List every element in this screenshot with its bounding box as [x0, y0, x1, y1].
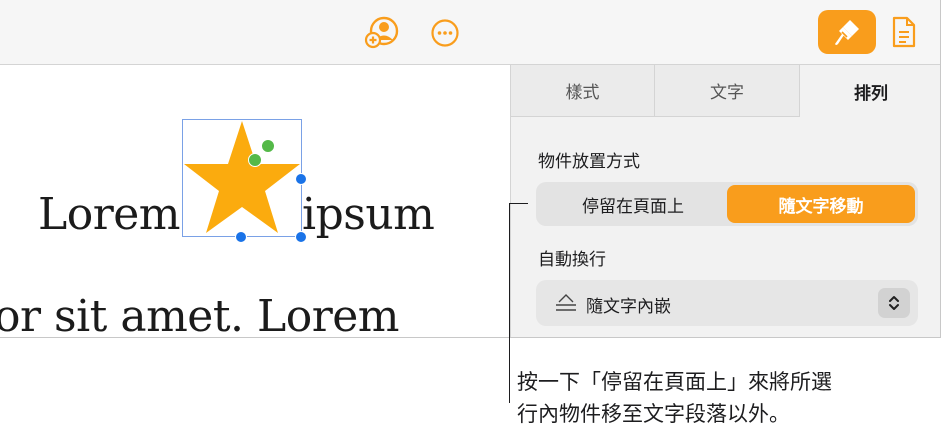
resize-handle[interactable] — [235, 231, 247, 243]
resize-handle[interactable] — [295, 173, 307, 185]
pages-window: Lorem ipsum or sit amet. Lorem 樣式 文字 排列 … — [0, 0, 941, 338]
more-options-icon[interactable] — [428, 16, 462, 50]
callout-line-2: 行內物件移至文字段落以外。 — [517, 402, 790, 426]
move-with-text-button[interactable]: 隨文字移動 — [727, 185, 915, 223]
document-canvas[interactable]: Lorem ipsum or sit amet. Lorem — [0, 65, 510, 337]
resize-handle[interactable] — [295, 231, 307, 243]
selection-box — [182, 119, 302, 237]
format-sidebar: 樣式 文字 排列 物件放置方式 停留在頁面上 隨文字移動 自動換行 隨文字內嵌 — [510, 65, 940, 337]
text-wrap-select[interactable]: 隨文字內嵌 — [536, 280, 918, 326]
callout-leader-vertical — [509, 203, 510, 403]
callout-line-1: 按一下「停留在頁面上」來將所選 — [517, 370, 832, 394]
chevron-up-down-icon — [889, 296, 899, 310]
tab-style[interactable]: 樣式 — [511, 65, 655, 117]
object-placement-control: 停留在頁面上 隨文字移動 — [536, 182, 918, 226]
inline-wrap-icon — [556, 294, 576, 311]
callout-text: 按一下「停留在頁面上」來將所選 行內物件移至文字段落以外。 — [517, 366, 943, 430]
body-text-word[interactable]: Lorem — [38, 189, 181, 240]
text-wrap-value: 隨文字內嵌 — [586, 297, 671, 317]
add-collaborator-icon[interactable] — [364, 16, 400, 50]
body-text-line[interactable]: or sit amet. Lorem — [0, 291, 399, 337]
object-placement-label: 物件放置方式 — [538, 152, 640, 172]
format-button[interactable] — [818, 10, 876, 54]
shape-control-handle[interactable] — [261, 139, 275, 153]
toolbar — [0, 0, 940, 65]
body-text-word[interactable]: ipsum — [302, 189, 435, 240]
tab-text[interactable]: 文字 — [655, 65, 800, 117]
document-icon[interactable] — [886, 12, 922, 52]
stay-on-page-button[interactable]: 停留在頁面上 — [539, 185, 727, 223]
format-paintbrush-icon — [835, 20, 859, 45]
shape-control-handle[interactable] — [248, 153, 262, 167]
callout-leader-horizontal — [509, 203, 528, 204]
text-wrap-label: 自動換行 — [538, 250, 606, 270]
select-stepper[interactable] — [878, 288, 910, 318]
tab-arrange[interactable]: 排列 — [800, 65, 940, 117]
sidebar-tabs: 樣式 文字 排列 — [511, 65, 940, 118]
